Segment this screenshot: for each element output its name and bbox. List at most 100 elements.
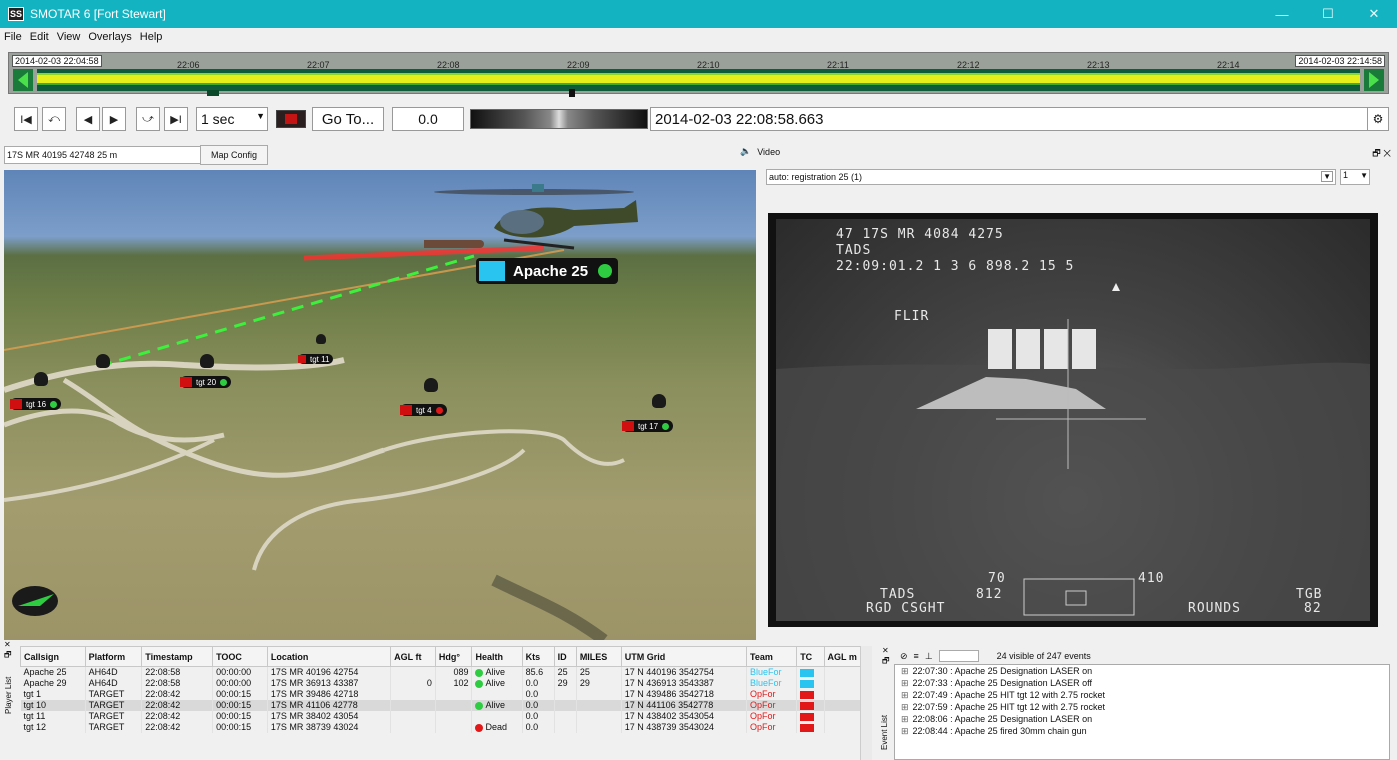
float-icon[interactable]: 🗗 xyxy=(882,655,890,669)
close-icon[interactable]: ✕ xyxy=(882,646,890,655)
menu-view[interactable]: View xyxy=(53,31,85,43)
column-header[interactable]: TC xyxy=(796,646,825,667)
first-frame-button[interactable]: I◀ xyxy=(14,107,38,131)
gear-icon: ⚙ xyxy=(1372,112,1384,126)
map-3d-view[interactable]: Apache 25 tgt 16 tgt 20 tgt 11 tgt 4 tgt… xyxy=(4,170,756,646)
menu-edit[interactable]: Edit xyxy=(26,31,53,43)
current-time-field[interactable]: 2014-02-03 22:08:58.663 xyxy=(650,107,1370,131)
speed-select[interactable]: 1 sec ▼ xyxy=(196,107,268,131)
target-label[interactable]: tgt 17 xyxy=(622,420,674,432)
event-row[interactable]: ⊞ 22:07:49 : Apache 25 HIT tgt 12 with 2.… xyxy=(895,689,1389,701)
bottom-panel: ✕ 🗗 Player List Callsign Platform Timest… xyxy=(0,640,1397,760)
column-header[interactable]: Callsign xyxy=(20,646,86,667)
cell-hdg: 089 xyxy=(435,666,473,678)
menu-help[interactable]: Help xyxy=(136,31,167,43)
fast-forward-button[interactable]: ⤻ xyxy=(136,107,160,131)
location-field[interactable]: 17S MR 40195 42748 25 m xyxy=(4,146,202,164)
timeline[interactable]: 2014-02-03 22:04:58 2014-02-03 22:14:58 … xyxy=(8,52,1389,97)
target-label[interactable]: tgt 20 xyxy=(180,376,232,388)
step-back-button[interactable]: ◀ xyxy=(76,107,100,131)
target-label[interactable]: tgt 16 xyxy=(10,398,62,410)
target-label[interactable]: tgt 11 xyxy=(298,354,334,364)
minimize-button[interactable]: — xyxy=(1259,0,1305,28)
apache-helicopter-icon[interactable] xyxy=(424,178,644,268)
table-row[interactable]: Apache 25 AH64D 22:08:58 00:00:00 17S MR 401… xyxy=(20,666,873,678)
table-row[interactable]: tgt 12 TARGET 22:08:42 00:00:15 17S MR 38739… xyxy=(20,721,873,733)
cell-utm: 17 N 441106 3542778 xyxy=(621,699,748,711)
close-button[interactable]: ✕ xyxy=(1351,0,1397,28)
timeline-left-arrow-icon[interactable] xyxy=(13,69,33,91)
video-view[interactable]: 47 17S MR 4084 4275 TADS 22:09:01.2 1 3 … xyxy=(768,213,1378,627)
column-header[interactable]: Platform xyxy=(84,646,143,667)
cell-hdg xyxy=(435,688,473,700)
apache-25-label[interactable]: Apache 25 xyxy=(476,258,619,284)
player-list-tab[interactable]: Player List xyxy=(4,677,13,714)
cell-utm: 17 N 439486 3542718 xyxy=(621,688,748,700)
expand-icon[interactable]: ⊞ xyxy=(901,714,909,725)
playback-rate-field[interactable]: 0.0 xyxy=(392,107,464,131)
expand-icon[interactable]: ⊞ xyxy=(901,690,909,701)
expand-icon[interactable]: ⊞ xyxy=(901,678,909,689)
close-icon[interactable]: ✕ xyxy=(4,640,18,649)
float-icon[interactable]: 🗗 xyxy=(4,649,18,663)
video-channel-select[interactable]: 1 ▼ xyxy=(1340,169,1370,185)
expand-icon[interactable]: ⊞ xyxy=(901,702,909,713)
event-row[interactable]: ⊞ 22:07:30 : Apache 25 Designation LASER … xyxy=(895,665,1389,677)
event-text: 22:07:59 : Apache 25 HIT tgt 12 with 2.7… xyxy=(912,702,1106,712)
menu-file[interactable]: File xyxy=(0,31,26,43)
column-header[interactable]: ID xyxy=(553,646,577,667)
column-header[interactable]: Hdg° xyxy=(434,646,473,667)
filter-icon[interactable]: ⊘ xyxy=(900,651,908,662)
maximize-button[interactable]: ☐ xyxy=(1305,0,1351,28)
record-button[interactable] xyxy=(276,110,306,128)
last-frame-button[interactable]: ▶I xyxy=(164,107,188,131)
event-text: 22:07:49 : Apache 25 HIT tgt 12 with 2.7… xyxy=(912,690,1106,700)
cell-miles: 25 xyxy=(576,666,622,678)
video-source-select[interactable]: auto: registration 25 (1) ▼ xyxy=(766,169,1336,185)
map-config-button[interactable]: Map Config xyxy=(200,145,268,165)
cell-miles: 29 xyxy=(576,677,622,689)
compass-icon[interactable] xyxy=(10,584,60,618)
event-row[interactable]: ⊞ 22:08:44 : Apache 25 fired 30mm chain g… xyxy=(895,725,1389,737)
column-header[interactable]: Team xyxy=(745,646,798,667)
table-row[interactable]: tgt 10 TARGET 22:08:42 00:00:15 17S MR 41106… xyxy=(20,699,873,711)
shuttle-slider[interactable] xyxy=(470,109,648,129)
table-row[interactable]: tgt 1 TARGET 22:08:42 00:00:15 17S MR 39486 … xyxy=(20,688,873,700)
timeline-window-handle[interactable] xyxy=(207,90,219,96)
timeline-right-arrow-icon[interactable] xyxy=(1364,69,1384,91)
timeline-track[interactable] xyxy=(37,69,1360,96)
hud-heading-top: 70 xyxy=(988,571,1006,586)
event-list-tab[interactable]: Event List xyxy=(880,715,889,750)
expand-icon[interactable]: ⊞ xyxy=(901,666,909,677)
team-color-swatch xyxy=(800,723,815,732)
column-header[interactable]: AGL ft xyxy=(390,646,436,667)
menu-overlays[interactable]: Overlays xyxy=(84,31,135,43)
column-header[interactable]: Timestamp xyxy=(141,646,214,667)
play-button[interactable]: ▶ xyxy=(102,107,126,131)
settings-button[interactable]: ⚙ xyxy=(1367,107,1389,131)
rewind-button[interactable]: ⤺ xyxy=(42,107,66,131)
table-row[interactable]: tgt 11 TARGET 22:08:42 00:00:15 17S MR 38402… xyxy=(20,710,873,722)
table-row[interactable]: Apache 29 AH64D 22:08:58 00:00:00 17S MR 369… xyxy=(20,677,873,689)
goto-button[interactable]: Go To... xyxy=(312,107,384,131)
target-label[interactable]: tgt 4 xyxy=(400,404,447,416)
timeline-playhead[interactable] xyxy=(569,89,575,97)
window-controls: — ☐ ✕ xyxy=(1259,0,1397,28)
video-panel-title: Video xyxy=(757,146,781,157)
video-panel-float-close-icons[interactable]: 🗗 ✕ xyxy=(1372,146,1391,162)
column-header[interactable]: MILES xyxy=(575,646,622,667)
column-header[interactable]: Kts xyxy=(521,646,555,667)
expand-icon[interactable]: ⊥ xyxy=(925,651,933,662)
column-header[interactable]: Health xyxy=(471,646,523,667)
event-search-input[interactable] xyxy=(938,650,979,662)
speaker-icon[interactable]: 🔈 xyxy=(740,146,751,157)
expand-icon[interactable]: ⊞ xyxy=(901,726,909,737)
column-header[interactable]: UTM Grid xyxy=(620,646,748,667)
player-list-scrollbar[interactable] xyxy=(860,646,872,760)
sort-icon[interactable]: ≡ xyxy=(914,651,919,661)
event-row[interactable]: ⊞ 22:07:33 : Apache 25 Designation LASER … xyxy=(895,677,1389,689)
column-header[interactable]: TOOC xyxy=(212,646,268,667)
event-row[interactable]: ⊞ 22:07:59 : Apache 25 HIT tgt 12 with 2.… xyxy=(895,701,1389,713)
column-header[interactable]: Location xyxy=(266,646,392,667)
event-row[interactable]: ⊞ 22:08:06 : Apache 25 Designation LASER … xyxy=(895,713,1389,725)
